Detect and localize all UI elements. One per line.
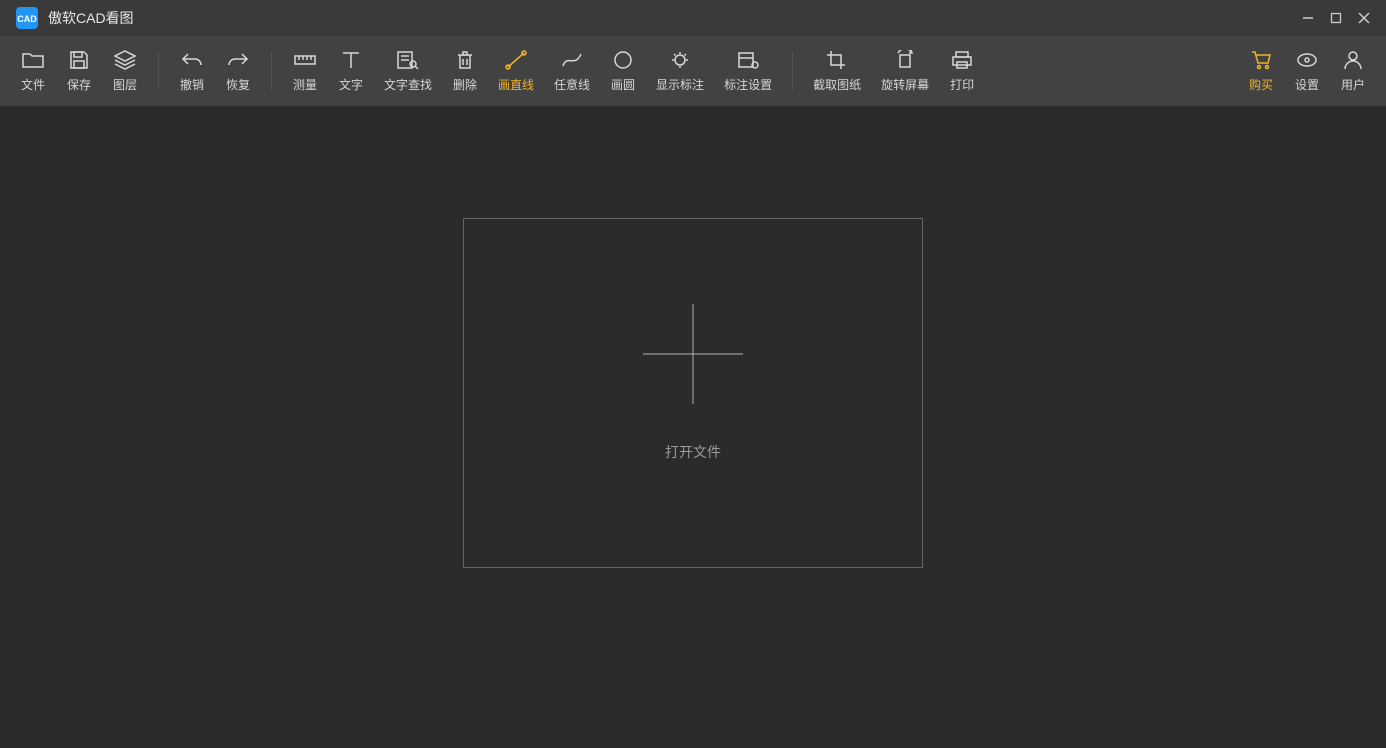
window-controls xyxy=(1300,10,1378,26)
line-icon xyxy=(505,50,527,70)
user-button[interactable]: 用户 xyxy=(1330,39,1376,103)
text-search-icon xyxy=(397,50,419,70)
purchase-label: 购买 xyxy=(1249,76,1273,93)
folder-icon xyxy=(22,50,44,70)
free-line-icon xyxy=(561,50,583,70)
print-icon xyxy=(951,50,973,70)
delete-button[interactable]: 删除 xyxy=(442,39,488,103)
ruler-icon xyxy=(294,50,316,70)
show-annotations-label: 显示标注 xyxy=(656,76,704,93)
annotation-settings-button[interactable]: 标注设置 xyxy=(714,39,782,103)
draw-circle-label: 画圆 xyxy=(611,76,635,93)
close-button[interactable] xyxy=(1356,10,1372,26)
user-icon xyxy=(1342,50,1364,70)
redo-label: 恢复 xyxy=(226,76,250,93)
save-button[interactable]: 保存 xyxy=(56,39,102,103)
open-file-label: 打开文件 xyxy=(665,442,721,462)
save-icon xyxy=(68,50,90,70)
undo-button[interactable]: 撤销 xyxy=(169,39,215,103)
rotate-screen-button[interactable]: 旋转屏幕 xyxy=(871,39,939,103)
app-title: 傲软CAD看图 xyxy=(48,8,134,28)
draw-circle-button[interactable]: 画圆 xyxy=(600,39,646,103)
save-label: 保存 xyxy=(67,76,91,93)
undo-label: 撤销 xyxy=(180,76,204,93)
measure-label: 测量 xyxy=(293,76,317,93)
rotate-screen-label: 旋转屏幕 xyxy=(881,76,929,93)
settings-label: 设置 xyxy=(1295,76,1319,93)
toolbar: 文件 保存 图层 撤销 恢复 xyxy=(0,36,1386,106)
separator xyxy=(271,52,272,90)
annotation-settings-label: 标注设置 xyxy=(724,76,772,93)
eye-icon xyxy=(669,50,691,70)
text-icon xyxy=(340,50,362,70)
text-search-label: 文字查找 xyxy=(384,76,432,93)
free-line-button[interactable]: 任意线 xyxy=(544,39,600,103)
file-label: 文件 xyxy=(21,76,45,93)
svg-text:CAD: CAD xyxy=(17,14,37,24)
annotation-settings-icon xyxy=(737,50,759,70)
settings-button[interactable]: 设置 xyxy=(1284,39,1330,103)
purchase-button[interactable]: 购买 xyxy=(1238,39,1284,103)
separator xyxy=(792,52,793,90)
measure-button[interactable]: 测量 xyxy=(282,39,328,103)
draw-line-button[interactable]: 画直线 xyxy=(488,39,544,103)
file-button[interactable]: 文件 xyxy=(10,39,56,103)
text-button[interactable]: 文字 xyxy=(328,39,374,103)
rotate-icon xyxy=(894,50,916,70)
layers-button[interactable]: 图层 xyxy=(102,39,148,103)
draw-line-label: 画直线 xyxy=(498,76,534,93)
trash-icon xyxy=(454,50,476,70)
layers-label: 图层 xyxy=(113,76,137,93)
cart-icon xyxy=(1250,50,1272,70)
settings-icon xyxy=(1296,50,1318,70)
crop-icon xyxy=(826,50,848,70)
plus-icon xyxy=(643,304,743,404)
redo-button[interactable]: 恢复 xyxy=(215,39,261,103)
titlebar: CAD 傲软CAD看图 xyxy=(0,0,1386,36)
print-label: 打印 xyxy=(950,76,974,93)
maximize-button[interactable] xyxy=(1328,10,1344,26)
open-file-dropzone[interactable]: 打开文件 xyxy=(463,218,923,568)
print-button[interactable]: 打印 xyxy=(939,39,985,103)
minimize-button[interactable] xyxy=(1300,10,1316,26)
circle-icon xyxy=(612,50,634,70)
free-line-label: 任意线 xyxy=(554,76,590,93)
redo-icon xyxy=(227,50,249,70)
crop-drawing-button[interactable]: 截取图纸 xyxy=(803,39,871,103)
crop-drawing-label: 截取图纸 xyxy=(813,76,861,93)
text-label: 文字 xyxy=(339,76,363,93)
user-label: 用户 xyxy=(1341,76,1365,93)
undo-icon xyxy=(181,50,203,70)
separator xyxy=(158,52,159,90)
canvas-area: 打开文件 xyxy=(0,106,1386,748)
show-annotations-button[interactable]: 显示标注 xyxy=(646,39,714,103)
delete-label: 删除 xyxy=(453,76,477,93)
layers-icon xyxy=(114,50,136,70)
text-search-button[interactable]: 文字查找 xyxy=(374,39,442,103)
app-logo: CAD xyxy=(16,7,38,29)
